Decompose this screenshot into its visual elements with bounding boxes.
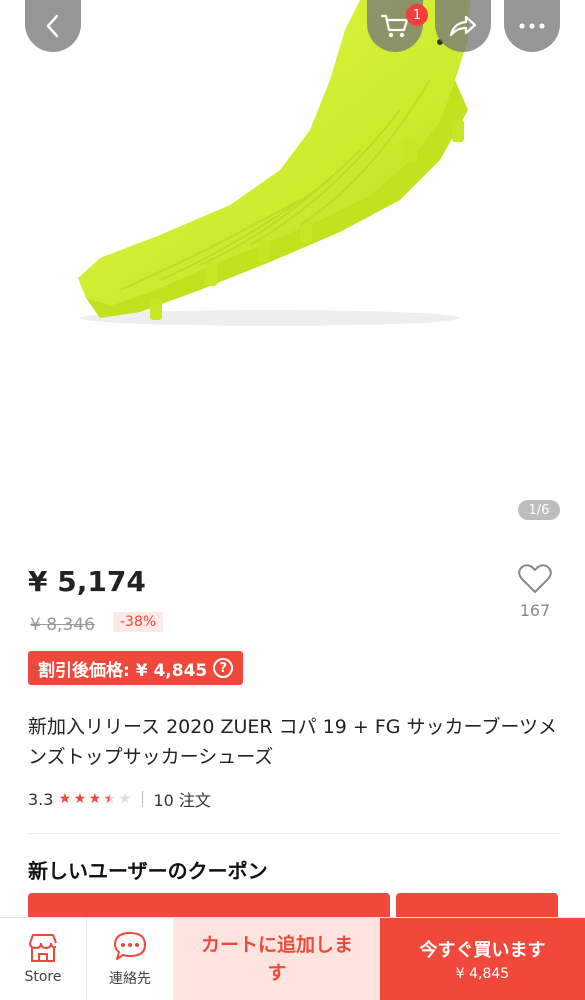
product-image-gallery[interactable]: 1 1/6: [0, 0, 585, 540]
share-icon: [449, 15, 477, 37]
add-to-cart-button[interactable]: カートに追加します: [174, 918, 380, 1000]
image-counter: 1/6: [518, 500, 560, 520]
coupon-price-badge[interactable]: 割引後価格: ¥ 4,845 ?: [28, 651, 244, 685]
star-icon: ★: [73, 791, 87, 807]
rating-row[interactable]: 3.3 ★ ★ ★ ★ ★ 10 注文: [28, 787, 211, 811]
store-label: Store: [24, 969, 62, 985]
heart-icon: [518, 564, 552, 593]
separator: [142, 791, 144, 807]
original-price: ¥ 8,346: [30, 615, 95, 635]
star-half-icon: ★: [103, 791, 117, 807]
discount-badge: -38%: [113, 612, 164, 632]
store-icon: [29, 934, 57, 962]
more-dots-icon: [519, 23, 545, 29]
contact-button[interactable]: 連絡先: [87, 918, 174, 1000]
contact-label: 連絡先: [109, 971, 151, 987]
product-title: 新加入リリース 2020 ZUER コパ 19 + FG サッカーブーツメンズト…: [28, 716, 558, 768]
new-user-coupons-heading: 新しいユーザーのクーポン: [28, 859, 268, 883]
store-button[interactable]: Store: [0, 918, 87, 1000]
help-icon[interactable]: ?: [213, 658, 234, 678]
buy-now-button[interactable]: 今すぐ買います ¥ 4,845: [380, 918, 585, 1000]
buy-now-label: 今すぐ買います: [419, 940, 546, 961]
buy-now-price: ¥ 4,845: [455, 966, 510, 982]
rating-value: 3.3: [28, 789, 54, 809]
wishlist-count: 167: [519, 601, 551, 620]
star-icon: ★: [88, 791, 102, 807]
add-to-cart-label: カートに追加します: [200, 934, 353, 984]
chat-icon: [114, 932, 146, 960]
star-rating: ★ ★ ★ ★ ★: [57, 791, 132, 807]
star-icon: ★: [118, 791, 132, 807]
current-price: ¥ 5,174: [28, 565, 146, 598]
bottom-action-bar: Store 連絡先 カートに追加します 今すぐ買います ¥ 4,845: [0, 917, 585, 1000]
star-icon: ★: [58, 791, 72, 807]
product-image: [78, 0, 470, 326]
coupon-price-label: 割引後価格: ¥ 4,845: [38, 660, 208, 681]
chevron-left-icon: [46, 14, 59, 38]
divider: [28, 833, 558, 834]
wishlist-button[interactable]: 167: [512, 563, 558, 620]
cart-count-badge: 1: [406, 4, 428, 26]
order-count: 10 注文: [153, 791, 211, 810]
